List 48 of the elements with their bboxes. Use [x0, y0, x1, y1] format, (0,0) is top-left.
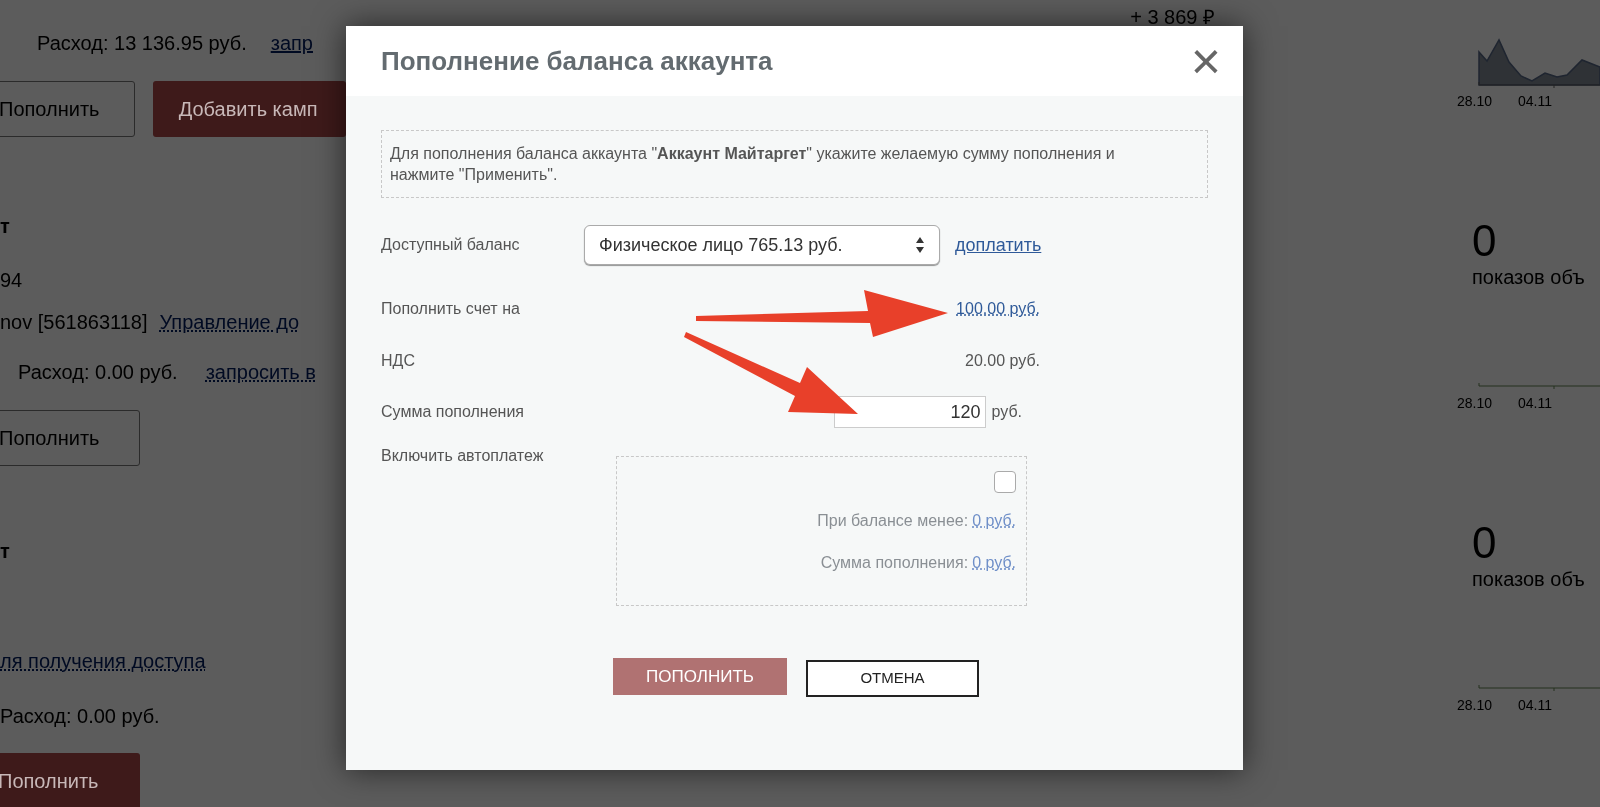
balance-select[interactable]: Физическое лицо 765.13 руб.: [584, 225, 940, 265]
stat-value: 0: [1472, 217, 1498, 265]
spend-text: Расход: 0.00 руб.: [18, 360, 178, 383]
request-link[interactable]: запр: [270, 28, 313, 58]
autopay-amount-link[interactable]: 0 руб.: [972, 551, 1016, 575]
autopay-checkbox[interactable]: [994, 471, 1016, 493]
axis-tick-label: 04.11: [1518, 92, 1553, 111]
axis-tick-label: 28.10: [1457, 394, 1493, 413]
field-label: НДС: [381, 351, 416, 371]
field-label: Доступный баланс: [381, 235, 521, 255]
pay-extra-link[interactable]: доплатить: [955, 231, 1042, 259]
axis-tick-label: 28.10: [1457, 92, 1493, 111]
topup-button[interactable]: Пополнить: [0, 81, 135, 137]
stat-value: 0: [1472, 519, 1498, 567]
owner-text: nov [561863118]: [0, 310, 148, 333]
vat-amount: 20.00 руб.: [965, 351, 1040, 371]
account-heading: т: [0, 214, 11, 237]
topup-amount-link[interactable]: 100.00 руб.: [956, 297, 1040, 321]
autopay-amount-link[interactable]: 0 руб.: [972, 509, 1016, 533]
axis-tick-label: 04.11: [1518, 394, 1553, 413]
field-label: Сумма пополнения: [381, 402, 525, 422]
updown-caret-icon: [915, 236, 925, 254]
request-link[interactable]: запросить в: [205, 357, 316, 383]
close-button[interactable]: ×: [1190, 41, 1221, 81]
manage-access-link[interactable]: Управление до: [159, 307, 300, 333]
axis-tick-label: 04.11: [1518, 696, 1553, 715]
field-label: Включить автоплатеж: [381, 446, 545, 466]
info-message: Для пополнения баланса аккаунта "Аккаунт Майтаргет" укажите желаемую сумму пополнения и нажмите "Применить".: [381, 130, 1208, 198]
topup-button[interactable]: Пополнить: [0, 410, 140, 466]
account-id-text: 94: [0, 268, 24, 291]
autopay-label: Сумма пополнения:: [820, 553, 969, 573]
topup-submit-button[interactable]: ПОПОЛНИТЬ: [613, 658, 787, 695]
amount-input[interactable]: 120: [834, 396, 987, 428]
cancel-button[interactable]: ОТМЕНА: [806, 660, 979, 697]
account-heading: т: [0, 539, 11, 562]
total-amount: + 3 869 ₽: [1130, 5, 1215, 28]
currency-text: руб.: [991, 402, 1022, 422]
dialog-title: Пополнение баланса аккаунта: [381, 44, 773, 78]
field-label: Пополнить счет на: [381, 299, 521, 319]
topup-button[interactable]: Пополнить: [0, 753, 140, 807]
stat-label: показов объ: [1472, 265, 1586, 289]
stat-label: показов объ: [1472, 567, 1586, 591]
axis-tick-label: 28.10: [1457, 696, 1493, 715]
autopay-label: При балансе менее:: [817, 511, 969, 531]
spend-text: Расход: 13 136.95 руб.: [37, 31, 247, 56]
access-link[interactable]: ля получения доступа: [0, 646, 206, 672]
spend-text: Расход: 0.00 руб.: [0, 704, 160, 727]
add-campaign-button[interactable]: Добавить камп: [152, 81, 346, 137]
